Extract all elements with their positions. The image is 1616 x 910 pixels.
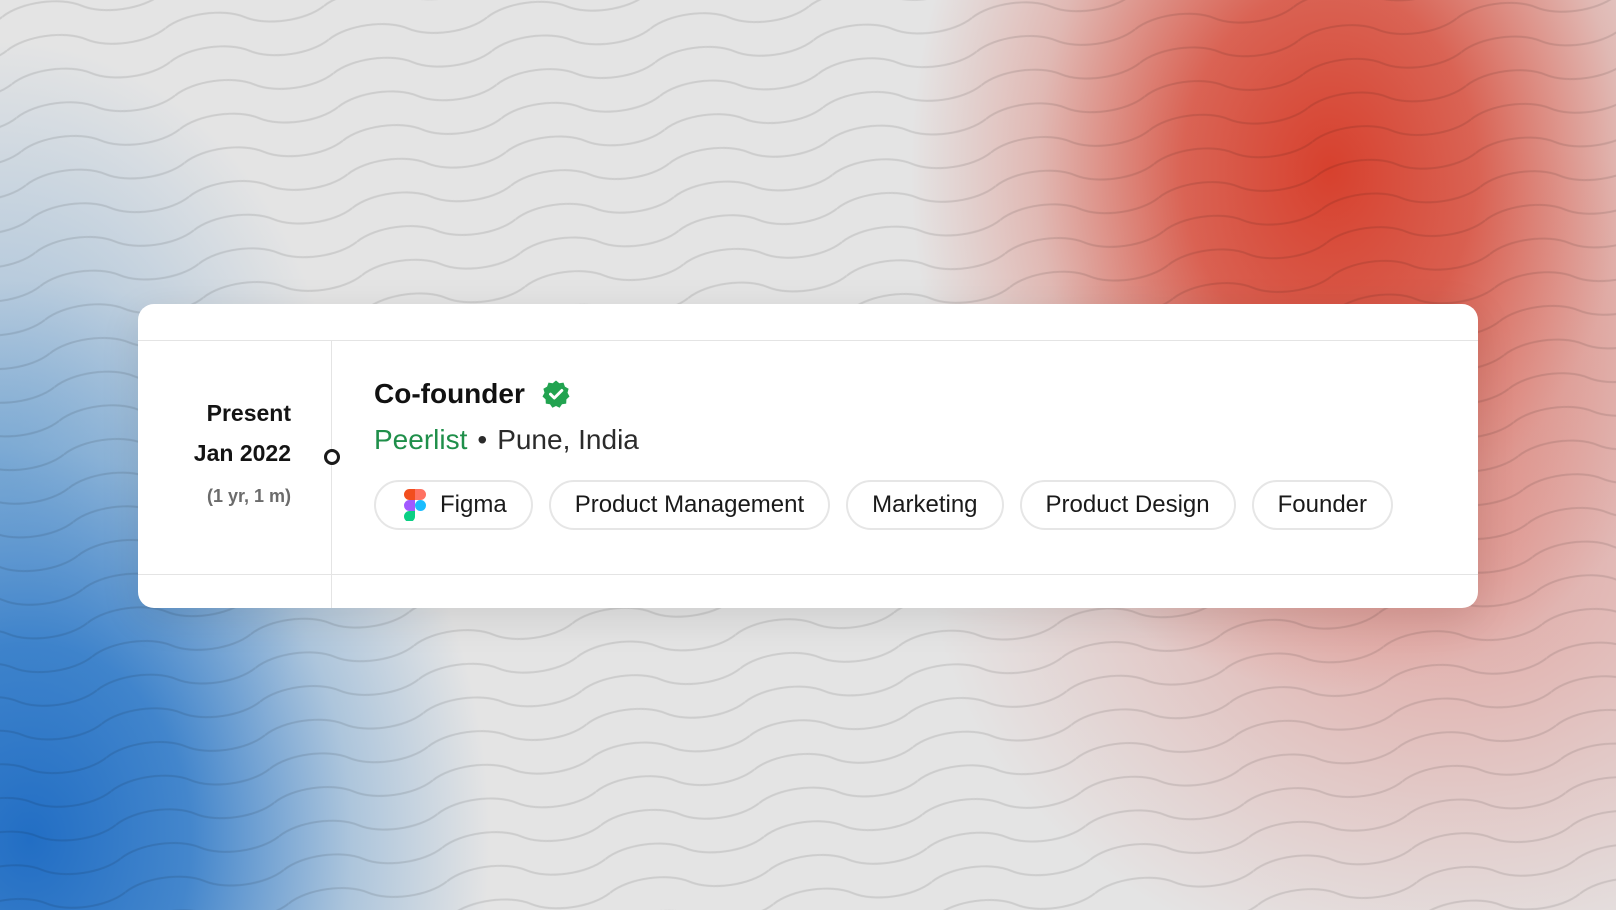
company-location-row: Peerlist • Pune, India	[374, 422, 1393, 458]
start-date: Jan 2022	[193, 440, 291, 466]
verified-badge-icon	[541, 379, 571, 409]
tag-product-management[interactable]: Product Management	[548, 480, 831, 530]
tag-marketing[interactable]: Marketing	[846, 480, 1004, 530]
role-title: Co-founder	[374, 378, 525, 409]
experience-card: Present Jan 2022 (1 yr, 1 m) Co-founder …	[138, 304, 1478, 608]
experience-details: Co-founder Peerlist • Pune, India Figma …	[374, 374, 1394, 530]
divider-top	[138, 340, 1478, 341]
tag-product-design[interactable]: Product Design	[1019, 480, 1236, 530]
skill-tags: Figma Product Management Marketing Produ…	[374, 480, 1394, 530]
end-date: Present	[206, 400, 291, 426]
tag-label: Figma	[440, 491, 507, 518]
tag-figma[interactable]: Figma	[374, 480, 533, 530]
tag-label: Product Design	[1045, 491, 1210, 518]
company-link[interactable]: Peerlist	[374, 424, 467, 456]
timeline-dot	[324, 449, 340, 465]
location: Pune, India	[497, 424, 639, 455]
figma-icon	[404, 489, 426, 522]
tag-founder[interactable]: Founder	[1251, 480, 1394, 530]
divider-bottom	[138, 574, 1478, 575]
role-row: Co-founder	[374, 374, 1393, 414]
separator: •	[477, 424, 488, 455]
duration: (1 yr, 1 m)	[206, 486, 291, 506]
tag-label: Product Management	[574, 491, 805, 518]
tag-label: Marketing	[872, 491, 978, 518]
timeline-line	[331, 340, 332, 608]
tag-label: Founder	[1277, 491, 1368, 518]
